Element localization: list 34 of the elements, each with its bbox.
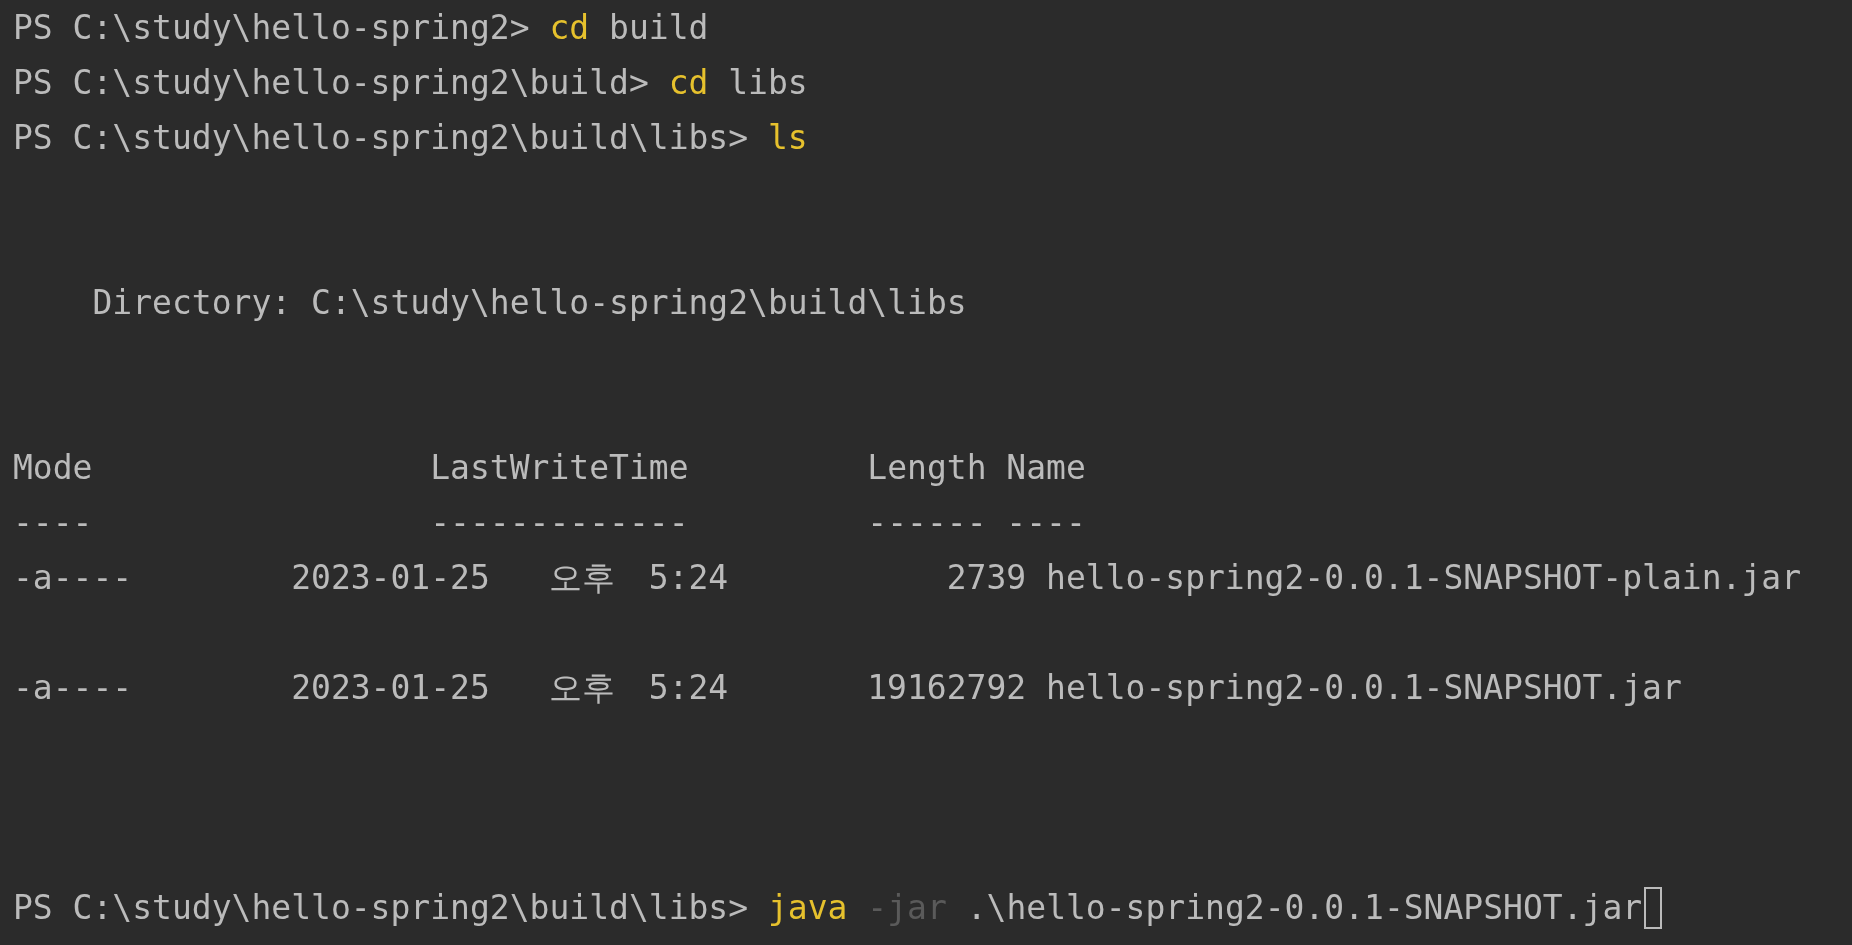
- command-text: cd: [549, 7, 590, 49]
- time-cell-text: 5:24: [648, 667, 729, 709]
- directory-path: C:\study\hello-spring2\build\libs: [311, 282, 967, 324]
- prompt-text: PS C:\study\hello-spring2>: [13, 7, 530, 49]
- header-underline: ----: [13, 502, 94, 544]
- argument-text: .\hello-spring2-0.0.1-SNAPSHOT.jar: [966, 887, 1643, 929]
- directory-label: Directory:: [92, 282, 292, 324]
- command-text: ls: [767, 117, 808, 159]
- column-header: Name: [1006, 447, 1087, 489]
- header-underline: ------: [867, 502, 987, 544]
- date-cell-text: 2023-01-25: [291, 557, 491, 599]
- command-text: cd: [668, 62, 709, 104]
- time-cell-text: 5:24: [648, 557, 729, 599]
- file-name-cell-text: hello-spring2-0.0.1-SNAPSHOT-plain.jar: [1046, 557, 1803, 599]
- prompt-text: PS C:\study\hello-spring2\build>: [13, 62, 649, 104]
- meridiem-cell-text: 오후: [549, 667, 617, 709]
- argument-text: libs: [728, 62, 808, 104]
- file-name-cell-text: hello-spring2-0.0.1-SNAPSHOT.jar: [1046, 667, 1683, 709]
- length-cell-text: 2739: [945, 557, 1027, 599]
- meridiem-cell-text: 오후: [549, 557, 617, 599]
- column-header: Mode: [13, 447, 94, 489]
- text-cursor: [1644, 886, 1663, 929]
- header-underline: ----: [1006, 502, 1087, 544]
- header-underline: -------------: [430, 502, 690, 544]
- prompt-text: PS C:\study\hello-spring2\build\libs>: [13, 887, 749, 929]
- mode-cell-text: -a----: [13, 667, 134, 709]
- mode-cell-text: -a----: [13, 557, 134, 599]
- argument-text: build: [609, 7, 709, 49]
- command-text: java: [767, 887, 848, 929]
- column-header: LastWriteTime: [430, 447, 690, 489]
- length-cell-text: 19162792: [866, 667, 1027, 709]
- date-cell-text: 2023-01-25: [291, 667, 491, 709]
- column-header: Length: [867, 447, 987, 489]
- prompt-text: PS C:\study\hello-spring2\build\libs>: [13, 117, 749, 159]
